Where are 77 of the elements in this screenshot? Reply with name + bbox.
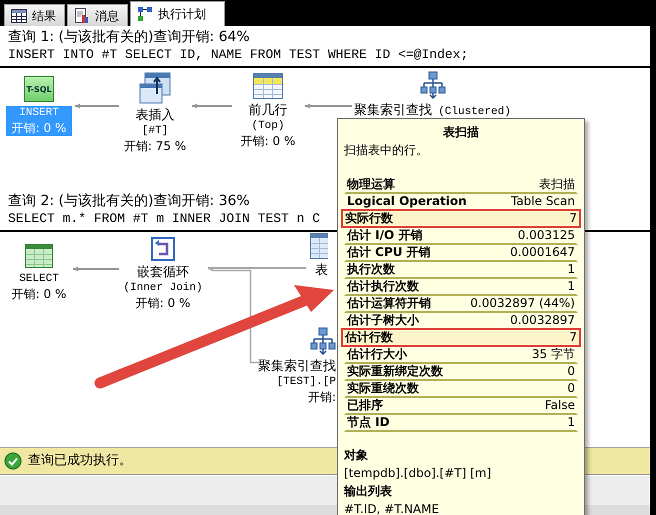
tab[interactable]: 结果 xyxy=(4,4,65,26)
query-header: 查询 1: (与该批有关的)查询开销: 64% xyxy=(8,28,250,46)
property-value: 0 xyxy=(567,364,575,379)
operator-label: 表插入 xyxy=(136,108,174,124)
property-name: 估计 I/O 开销 xyxy=(347,228,422,243)
section-heading: 输出列表 xyxy=(344,483,393,500)
property-name: 物理运算 xyxy=(347,177,395,192)
property-name: 估计行大小 xyxy=(347,347,407,362)
tooltip-description: 扫描表中的行。 xyxy=(344,142,429,159)
tab[interactable]: 执行计划 xyxy=(130,1,225,26)
property-name: 估计执行次数 xyxy=(347,279,419,294)
section-heading: 对象 xyxy=(344,447,369,464)
connector-line xyxy=(305,104,352,108)
operator-detail: (Inner Join) xyxy=(123,281,203,295)
property-value: 7 xyxy=(569,330,577,345)
success-icon xyxy=(4,452,22,470)
operator-detail: (Top) xyxy=(251,119,284,133)
operator-detail: [TEST].[P xyxy=(276,375,336,389)
property-value: 0.0001647 xyxy=(510,245,575,260)
operator-label: 聚集索引查找 xyxy=(354,103,432,119)
property-name: 估计行数 xyxy=(345,330,393,345)
cost-label: 开销: 0 % xyxy=(136,295,190,311)
property-value: 1 xyxy=(567,262,575,277)
cost-label: 开销: xyxy=(308,389,336,405)
plan-icon xyxy=(137,6,153,22)
property-name: 估计 CPU 开销 xyxy=(347,245,431,260)
property-name: Logical Operation xyxy=(347,194,467,209)
property-name: 执行次数 xyxy=(347,262,395,277)
property-name: 实际重绕次数 xyxy=(347,381,419,396)
property-value: 0.0032897 (44%) xyxy=(470,296,575,311)
cost-label: 开销: 0 % xyxy=(12,286,66,302)
connector-line xyxy=(75,104,119,108)
tsql-icon: T-SQL xyxy=(24,76,54,102)
operator-label: 聚集索引查找 xyxy=(258,359,336,375)
property-value: 表扫描 xyxy=(539,177,575,192)
sql-text: INSERT INTO #T SELECT ID, NAME FROM TEST WHERE ID <=@Index; xyxy=(8,46,468,63)
property-name: 实际重新绑定次数 xyxy=(347,364,443,379)
section-text: [tempdb].[dbo].[#T] [m] xyxy=(344,465,492,482)
cost-label: 开销: 75 % xyxy=(124,138,186,154)
property-value: 7 xyxy=(569,211,577,226)
query-header: 查询 2: (与该批有关的)查询开销: 36% xyxy=(8,192,250,210)
cost-label: 开销: 0 % xyxy=(240,133,296,149)
property-name: 估计子树大小 xyxy=(347,313,419,328)
document-icon xyxy=(74,8,90,24)
grid-icon xyxy=(11,8,27,22)
operator-label: 嵌套循环 xyxy=(137,265,189,281)
select-icon xyxy=(25,244,53,268)
property-value: 0.003125 xyxy=(518,228,575,243)
section-text: #T.ID, #T.NAME xyxy=(344,501,440,515)
top-icon xyxy=(253,73,283,99)
tab[interactable]: 消息 xyxy=(67,4,128,26)
operator-detail: [#T] xyxy=(142,124,168,138)
property-value: False xyxy=(544,398,575,413)
clustered-index-icon xyxy=(420,71,446,99)
table-insert-icon xyxy=(139,72,171,104)
operator-label: 表 xyxy=(315,263,328,279)
property-value: 0.0032897 xyxy=(510,313,575,328)
property-name: 节点 ID xyxy=(347,415,390,430)
property-value: 1 xyxy=(567,415,575,430)
status-message: 查询已成功执行。 xyxy=(28,452,132,470)
tooltip-title: 表扫描 xyxy=(442,124,480,141)
property-value: Table Scan xyxy=(510,194,575,209)
operator-label: 前几行 xyxy=(248,103,288,119)
property-name: 估计运算符开销 xyxy=(347,296,431,311)
operator-label: SELECT xyxy=(19,272,59,286)
property-value: 35 字节 xyxy=(532,347,575,362)
property-value: 1 xyxy=(567,279,575,294)
property-name: 已排序 xyxy=(347,398,383,413)
connector-line xyxy=(73,266,119,272)
nested-loops-icon xyxy=(151,237,175,261)
property-name: 实际行数 xyxy=(345,211,393,226)
operator-detail: (Clustered) xyxy=(438,105,511,120)
table-scan-icon xyxy=(310,233,328,259)
property-value: 0 xyxy=(567,381,575,396)
clustered-index-icon xyxy=(310,327,336,355)
connector-line xyxy=(192,104,232,108)
sql-text: SELECT m.* FROM #T m INNER JOIN TEST n C xyxy=(8,210,320,227)
